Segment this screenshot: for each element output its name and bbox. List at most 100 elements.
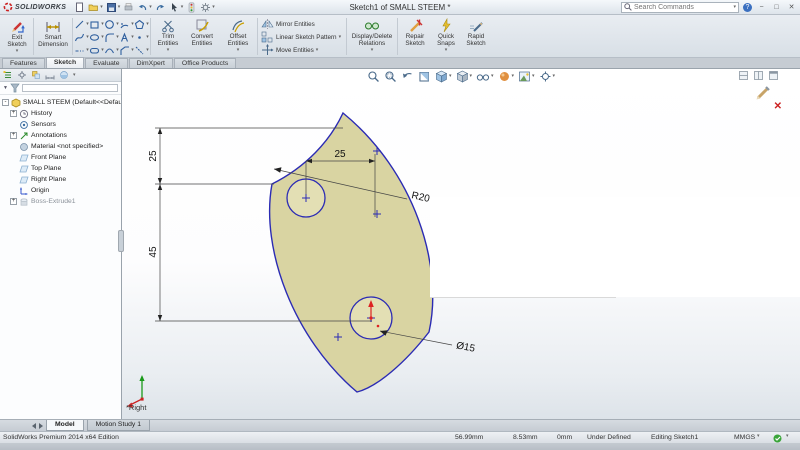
display-style-button[interactable]: ▾ xyxy=(455,70,472,83)
tree-item-material[interactable]: Material <not specified> xyxy=(2,141,121,152)
options-button[interactable]: ▾ xyxy=(200,2,215,13)
dim-diameter[interactable]: Ø15 xyxy=(455,340,476,354)
viewport-split-icon[interactable] xyxy=(739,71,748,80)
feature-manager-tab-icon[interactable] xyxy=(3,70,13,80)
view-orientation-button[interactable]: ▾ xyxy=(435,70,451,83)
point-tool-button[interactable]: ▾ xyxy=(134,31,149,44)
centerline-tool-button[interactable]: ▾ xyxy=(74,44,89,57)
hide-show-items-button[interactable]: ▾ xyxy=(476,70,494,83)
graphics-viewport[interactable]: 25 45 25 R20 Ø15 ▾ ▾ ▾ ▾ ▾ ▾ ✕ *Right xyxy=(122,69,800,419)
filter-caret-icon[interactable]: ▼ xyxy=(3,85,8,91)
rebuild-button[interactable] xyxy=(186,2,197,13)
dim-lower-height[interactable]: 45 xyxy=(148,246,159,258)
three-point-arc-tool-button[interactable]: ▾ xyxy=(104,44,119,57)
circle-tool-button[interactable]: ▾ xyxy=(104,18,119,31)
tree-item-history[interactable]: + History xyxy=(2,108,121,119)
print-button[interactable] xyxy=(123,2,134,13)
fillet-tool-button[interactable]: ▾ xyxy=(104,31,119,44)
help-button[interactable]: ? xyxy=(743,2,752,12)
tree-item-front-plane[interactable]: Front Plane xyxy=(2,152,121,163)
section-view-button[interactable] xyxy=(418,70,431,83)
text-tool-button[interactable]: ▾ xyxy=(119,31,134,44)
dim-radius[interactable]: R20 xyxy=(410,190,431,205)
offset-entities-button[interactable]: Offset Entities ▾ xyxy=(220,16,256,57)
tab-motion-study-1[interactable]: Motion Study 1 xyxy=(86,420,150,431)
sketch-profile-shape[interactable] xyxy=(268,111,434,393)
tree-item-right-plane[interactable]: Right Plane xyxy=(2,174,121,185)
mirror-entities-button[interactable]: Mirror Entities xyxy=(259,18,345,30)
polygon-tool-button[interactable]: ▾ xyxy=(134,18,149,31)
chamfer-tool-button[interactable]: ▾ xyxy=(119,44,134,57)
save-button[interactable]: ▾ xyxy=(106,2,120,13)
caret-right-icon[interactable]: ▾ xyxy=(73,72,76,78)
close-button[interactable]: ✕ xyxy=(786,3,797,11)
confirmation-corner[interactable] xyxy=(754,83,772,101)
expand-toggle-icon[interactable]: + xyxy=(10,110,17,117)
select-button[interactable]: ▾ xyxy=(169,2,183,13)
slot-tool-button[interactable]: ▾ xyxy=(89,44,104,57)
tree-filter-input[interactable] xyxy=(21,84,118,92)
viewport-restore-icon[interactable] xyxy=(754,71,763,80)
tree-item-origin[interactable]: Origin xyxy=(2,185,121,196)
caret-down-icon[interactable]: ▾ xyxy=(786,434,789,439)
caret-down-icon[interactable]: ▾ xyxy=(757,434,760,439)
search-input[interactable] xyxy=(634,3,732,11)
search-commands-box[interactable]: ▾ xyxy=(621,1,739,13)
units-selector[interactable]: MMGS xyxy=(734,434,755,441)
tab-sketch[interactable]: Sketch xyxy=(45,57,85,68)
expand-toggle-icon[interactable]: + xyxy=(10,198,17,205)
ellipse-tool-button[interactable]: ▾ xyxy=(89,31,104,44)
tree-item-sensors[interactable]: Sensors xyxy=(2,119,121,130)
view-settings-button[interactable]: ▾ xyxy=(539,70,555,83)
repair-sketch-button[interactable]: Repair Sketch xyxy=(399,16,431,57)
dim-upper-height[interactable]: 25 xyxy=(148,150,159,162)
open-document-button[interactable]: ▾ xyxy=(88,2,103,13)
tab-evaluate[interactable]: Evaluate xyxy=(85,58,128,68)
spline-tool-button[interactable]: ▾ xyxy=(74,31,89,44)
construction-geometry-tool-button[interactable]: ▾ xyxy=(134,44,149,57)
tab-model[interactable]: Model xyxy=(46,420,84,431)
maximize-button[interactable]: □ xyxy=(771,4,782,11)
zoom-area-button[interactable] xyxy=(384,70,397,83)
edit-appearance-button[interactable]: ▾ xyxy=(498,70,514,83)
dim-top-width[interactable]: 25 xyxy=(334,149,346,160)
display-delete-relations-button[interactable]: Display/Delete Relations ▾ xyxy=(348,16,396,57)
tab-features[interactable]: Features xyxy=(2,58,45,68)
tree-item-annotations[interactable]: + Annotations xyxy=(2,130,121,141)
tree-item-boss-extrude1[interactable]: + Boss-Extrude1 xyxy=(2,196,121,207)
convert-entities-button[interactable]: Convert Entities xyxy=(184,16,220,57)
collapse-toggle-icon[interactable]: - xyxy=(2,99,9,106)
status-ok-icon[interactable] xyxy=(773,434,782,443)
tree-item-top-plane[interactable]: Top Plane xyxy=(2,163,121,174)
undo-button[interactable]: ▾ xyxy=(137,2,152,13)
rectangle-tool-button[interactable]: ▾ xyxy=(89,18,104,31)
redo-button[interactable] xyxy=(155,2,166,13)
panel-splitter-handle[interactable] xyxy=(118,230,124,252)
new-document-button[interactable] xyxy=(74,2,85,13)
apply-scene-button[interactable]: ▾ xyxy=(518,70,535,83)
dimxpert-manager-tab-icon[interactable] xyxy=(45,70,55,80)
tree-item-part-root[interactable]: - SMALL STEEM (Default<<Defau xyxy=(2,97,121,108)
property-manager-tab-icon[interactable] xyxy=(17,70,27,80)
display-manager-tab-icon[interactable] xyxy=(59,70,69,80)
arc-tool-button[interactable]: ▾ xyxy=(119,18,134,31)
linear-sketch-pattern-button[interactable]: Linear Sketch Pattern ▾ xyxy=(259,31,345,43)
tab-dimxpert[interactable]: DimXpert xyxy=(128,58,173,68)
tab-office-products[interactable]: Office Products xyxy=(173,58,237,68)
cancel-sketch-button[interactable]: ✕ xyxy=(774,101,782,112)
trim-entities-button[interactable]: Trim Entities ▾ xyxy=(152,16,184,57)
previous-view-button[interactable] xyxy=(401,70,414,83)
minimize-button[interactable]: − xyxy=(756,4,767,11)
smart-dimension-button[interactable]: Smart Dimension xyxy=(35,16,71,57)
tab-scroll-right-icon[interactable] xyxy=(39,422,43,429)
move-entities-button[interactable]: Move Entities ▾ xyxy=(259,44,345,56)
configuration-manager-tab-icon[interactable] xyxy=(31,70,41,80)
exit-sketch-button[interactable]: Exit Sketch ▾ xyxy=(2,16,32,57)
rapid-sketch-button[interactable]: Rapid Sketch xyxy=(461,16,491,57)
expand-toggle-icon[interactable]: + xyxy=(10,132,17,139)
quick-snaps-button[interactable]: Quick Snaps ▾ xyxy=(431,16,461,57)
viewport-maximize-icon[interactable] xyxy=(769,71,778,80)
line-tool-button[interactable]: ▾ xyxy=(74,18,89,31)
tab-scroll-left-icon[interactable] xyxy=(32,422,36,429)
zoom-fit-button[interactable] xyxy=(367,70,380,83)
